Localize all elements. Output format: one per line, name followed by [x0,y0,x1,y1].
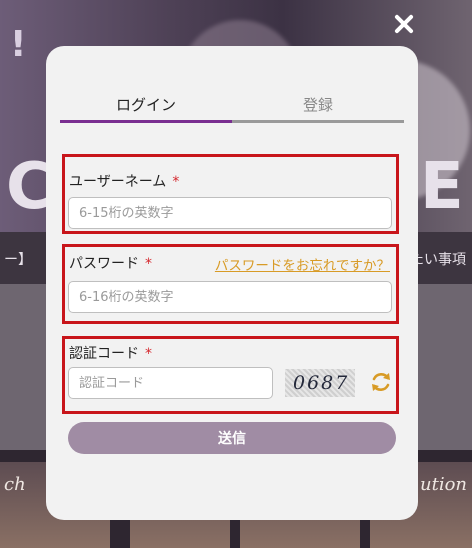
required-mark: * [145,346,152,362]
background-tile-text: ution [420,474,468,495]
background-strip-left-text: ー】 [4,252,32,268]
captcha-image[interactable]: 0687 [285,369,355,397]
password-label: パスワード * [69,253,152,273]
auth-tabs: ログイン 登録 [60,92,404,124]
background-letter-right: E [420,150,464,224]
tab-login-indicator [60,120,232,123]
password-label-text: パスワード [69,256,139,272]
required-mark: * [172,174,180,190]
submit-button[interactable]: 送信 [68,422,396,454]
tab-register-indicator [232,120,404,123]
captcha-label: 認証コード * [69,343,152,363]
password-input[interactable] [68,281,392,313]
background-tile-text: ch [4,474,26,495]
close-icon[interactable] [392,12,416,36]
captcha-image-text: 0687 [293,372,350,394]
background-strip-right-text: たい事項 [410,252,466,268]
login-modal: ログイン 登録 ユーザーネーム * パスワード * パスワードをお忘れですか？ 認証… [46,46,418,520]
forgot-password-link[interactable]: パスワードをお忘れですか？ [215,254,390,274]
captcha-label-text: 認証コード [69,346,139,362]
username-label: ユーザーネーム * [69,171,179,191]
captcha-input[interactable] [68,367,273,399]
username-label-text: ユーザーネーム [69,174,167,190]
required-mark: * [145,256,152,272]
tab-login[interactable]: ログイン [60,92,232,122]
password-field-group: パスワード * パスワードをお忘れですか？ [62,244,399,324]
tab-register[interactable]: 登録 [232,92,404,122]
refresh-icon[interactable] [369,370,393,394]
username-input[interactable] [68,197,392,229]
background-exclamation: ! [10,24,27,65]
username-field-group: ユーザーネーム * [62,154,399,234]
captcha-field-group: 認証コード * 0687 [62,336,399,414]
